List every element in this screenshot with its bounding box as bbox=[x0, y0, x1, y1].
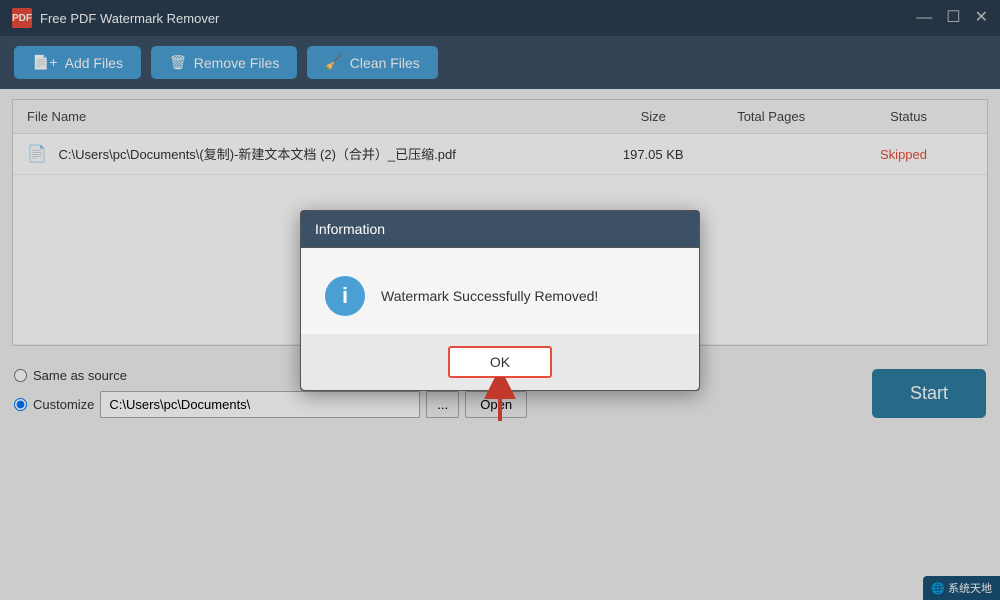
arrow-icon bbox=[480, 377, 520, 421]
modal-overlay: Information i Watermark Successfully Rem… bbox=[0, 0, 1000, 600]
information-dialog: Information i Watermark Successfully Rem… bbox=[300, 210, 700, 391]
arrow-indicator bbox=[480, 377, 520, 426]
dialog-header: Information bbox=[301, 211, 699, 248]
dialog-message: Watermark Successfully Removed! bbox=[381, 288, 598, 304]
ok-button[interactable]: OK bbox=[448, 346, 552, 378]
info-icon-circle: i bbox=[325, 276, 365, 316]
dialog-footer: OK bbox=[301, 334, 699, 390]
info-icon: i bbox=[342, 285, 348, 307]
dialog-body: i Watermark Successfully Removed! bbox=[301, 248, 699, 334]
